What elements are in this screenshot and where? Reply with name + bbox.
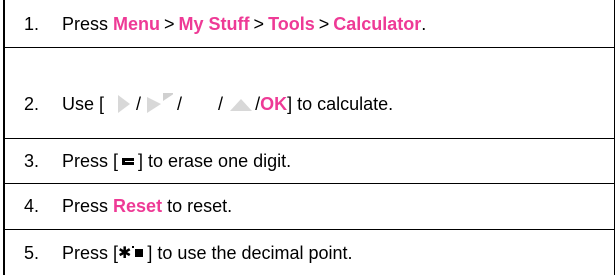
step-number: 4. [24,195,40,216]
divider [3,229,615,230]
step-number: 5. [24,242,40,263]
step-2: 2. Use [ / / / / OK] to calculate. [24,84,393,124]
step-text: Press [62,195,109,216]
step-text: Press [ [62,242,119,263]
separator: > [253,13,265,34]
tools-term: Tools [268,13,315,34]
divider [3,183,615,184]
separator: / [136,93,142,114]
divider [3,47,615,48]
step-text: ] to erase one digit. [138,150,292,171]
divider [3,138,615,139]
my-stuff-term: My Stuff [178,13,250,34]
ok-term: OK [260,93,288,114]
step-number: 1. [24,13,40,34]
step-5: 5. Press [ ✱ ] to use the decimal point. [24,237,353,269]
step-4: 4. Press Reset to reset. [24,190,232,222]
vibrate-icon [132,246,144,257]
separator: / [177,93,183,114]
separator: / [218,93,224,114]
separator: > [164,13,175,34]
step-text: Press [62,13,109,34]
step-text: Use [ [62,93,105,114]
step-3: 3. Press [ ] to erase one digit. [24,145,291,177]
nav-up-icon [227,93,255,115]
reset-term: Reset [113,195,163,216]
separator: > [318,13,330,34]
step-text: to reset. [167,195,233,216]
nav-down-icon [186,93,214,115]
menu-term: Menu [113,13,161,34]
period: . [421,13,427,34]
calculator-term: Calculator [333,13,422,34]
step-number: 2. [24,93,40,114]
step-text: ] to use the decimal point. [147,242,353,263]
star-key-icon: ✱ [118,245,132,262]
nav-right-icon [145,93,174,115]
step-number: 3. [24,150,40,171]
step-text: Press [ [62,150,119,171]
clear-key-icon [122,157,135,165]
nav-left-icon [104,93,132,115]
step-1: 1. Press Menu > My Stuff > Tools > Calcu… [24,8,426,40]
step-text: ] to calculate. [287,93,394,114]
